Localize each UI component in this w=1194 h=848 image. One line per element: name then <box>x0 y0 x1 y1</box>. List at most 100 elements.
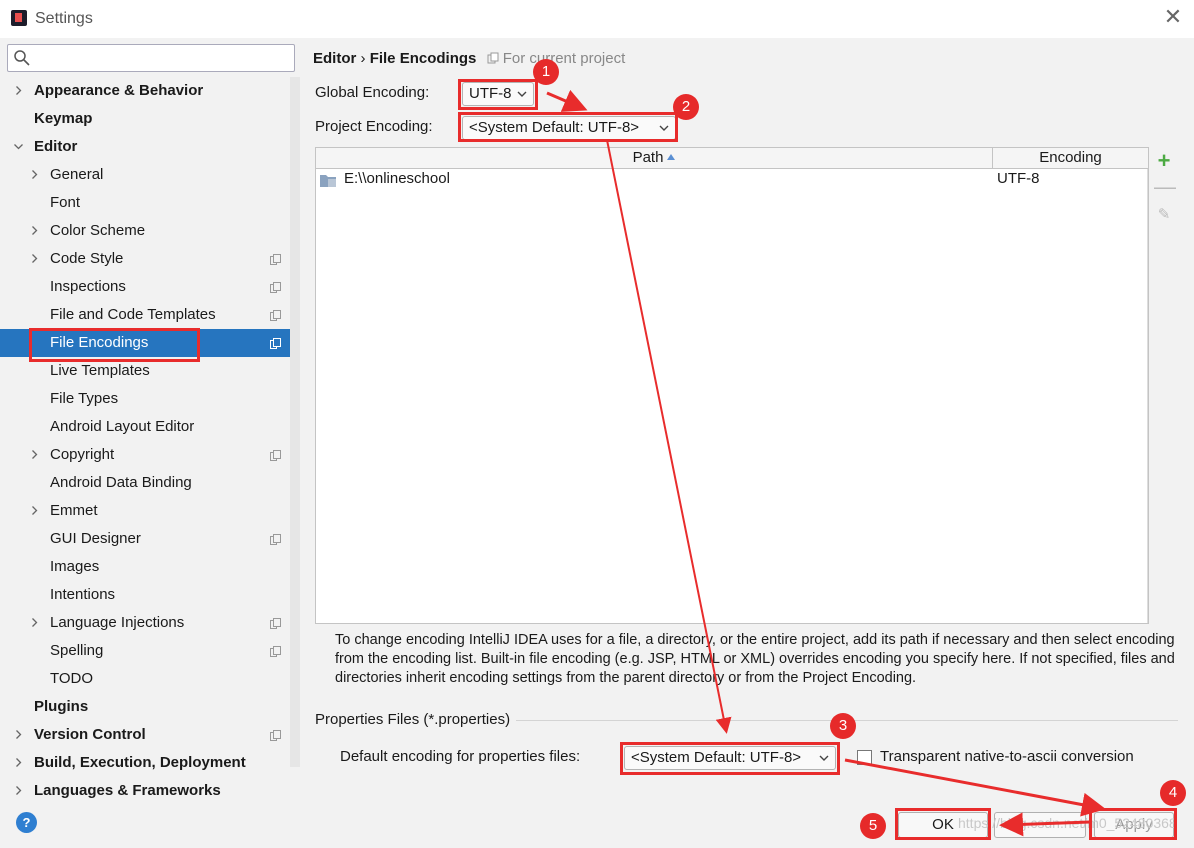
chevron-right-icon[interactable] <box>30 170 39 179</box>
sidebar-item-label: Images <box>50 558 100 575</box>
sidebar-item-label: Android Layout Editor <box>50 418 195 435</box>
sidebar-item-file-types[interactable]: File Types <box>0 385 290 413</box>
sidebar-item-label: General <box>50 166 104 183</box>
sidebar-item-label: Language Injections <box>50 614 185 631</box>
sidebar-item-gui-designer[interactable]: GUI Designer <box>0 525 290 553</box>
native-to-ascii-checkbox[interactable] <box>857 750 872 765</box>
chevron-right-icon[interactable] <box>14 86 23 95</box>
breadcrumb-separator: › <box>360 50 366 67</box>
sidebar-item-keymap[interactable]: Keymap <box>0 105 290 133</box>
sidebar-item-label: Spelling <box>50 642 104 659</box>
breadcrumb-scope: For current project <box>502 50 626 67</box>
sidebar-item-label: Plugins <box>34 698 89 715</box>
chevron-right-icon[interactable] <box>14 730 23 739</box>
breadcrumb-page: File Encodings <box>369 50 477 67</box>
table-row-encoding[interactable]: UTF-8 <box>997 170 1040 187</box>
sidebar-item-images[interactable]: Images <box>0 553 290 581</box>
sidebar-item-color-scheme[interactable]: Color Scheme <box>0 217 290 245</box>
sidebar-item-build-execution-deployment[interactable]: Build, Execution, Deployment <box>0 749 290 777</box>
sidebar-item-label: Code Style <box>50 250 124 267</box>
annotation-badge-4: 4 <box>1160 780 1186 806</box>
project-encoding-label: Project Encoding: <box>315 118 433 135</box>
chevron-right-icon[interactable] <box>30 506 39 515</box>
sidebar-item-todo[interactable]: TODO <box>0 665 290 693</box>
sidebar-item-file-and-code-templates[interactable]: File and Code Templates <box>0 301 290 329</box>
highlight-ok-button <box>895 808 991 840</box>
table-toolbar: + — ✎ <box>1149 147 1179 624</box>
sidebar-item-label: Keymap <box>34 110 93 127</box>
sidebar-item-inspections[interactable]: Inspections <box>0 273 290 301</box>
native-to-ascii-label[interactable]: Transparent native-to-ascii conversion <box>880 748 1134 765</box>
column-header-path[interactable]: Path <box>316 148 993 169</box>
chevron-right-icon[interactable] <box>30 226 39 235</box>
remove-icon[interactable]: — <box>1154 176 1176 198</box>
project-scope-icon <box>270 730 281 741</box>
annotation-badge-2: 2 <box>673 94 699 120</box>
sidebar-item-label: File and Code Templates <box>50 306 216 323</box>
window-title: Settings <box>35 10 93 27</box>
sidebar-item-android-layout-editor[interactable]: Android Layout Editor <box>0 413 290 441</box>
sidebar-item-label: Build, Execution, Deployment <box>34 754 246 771</box>
edit-icon[interactable]: ✎ <box>1154 205 1174 225</box>
sidebar-item-general[interactable]: General <box>0 161 290 189</box>
project-scope-icon <box>487 52 499 64</box>
encoding-description: To change encoding IntelliJ IDEA uses fo… <box>335 632 1175 686</box>
project-scope-icon <box>270 338 281 349</box>
project-scope-icon <box>270 646 281 657</box>
sidebar-item-copyright[interactable]: Copyright <box>0 441 290 469</box>
sidebar-item-emmet[interactable]: Emmet <box>0 497 290 525</box>
sidebar-item-languages-frameworks[interactable]: Languages & Frameworks <box>0 777 290 800</box>
title-bar: Settings ✕ <box>0 0 1194 38</box>
sidebar-item-android-data-binding[interactable]: Android Data Binding <box>0 469 290 497</box>
highlight-properties-encoding <box>620 742 840 775</box>
sidebar-item-code-style[interactable]: Code Style <box>0 245 290 273</box>
help-button[interactable]: ? <box>16 812 37 833</box>
sidebar-item-font[interactable]: Font <box>0 189 290 217</box>
add-icon[interactable]: + <box>1154 150 1174 172</box>
chevron-right-icon[interactable] <box>30 450 39 459</box>
sidebar-item-language-injections[interactable]: Language Injections <box>0 609 290 637</box>
highlight-global-encoding <box>458 79 538 110</box>
annotation-badge-3: 3 <box>830 713 856 739</box>
sidebar-item-spelling[interactable]: Spelling <box>0 637 290 665</box>
tree-scrollbar[interactable] <box>290 77 300 767</box>
sidebar-item-version-control[interactable]: Version Control <box>0 721 290 749</box>
table-divider <box>1147 169 1148 623</box>
sidebar-item-plugins[interactable]: Plugins <box>0 693 290 721</box>
table-row-path[interactable]: E:\\onlineschool <box>344 170 450 187</box>
project-scope-icon <box>270 282 281 293</box>
chevron-right-icon[interactable] <box>14 786 23 795</box>
sidebar-item-label: Appearance & Behavior <box>34 82 204 99</box>
settings-tree: Appearance & Behavior Keymap Editor General… <box>0 77 290 800</box>
properties-encoding-label: Default encoding for properties files: <box>340 748 581 765</box>
sidebar-item-label: Version Control <box>34 726 146 743</box>
sidebar-item-appearance-behavior[interactable]: Appearance & Behavior <box>0 77 290 105</box>
annotation-badge-1: 1 <box>533 59 559 85</box>
search-icon <box>14 50 30 66</box>
close-icon[interactable]: ✕ <box>1162 6 1184 28</box>
encoding-table: Path Encoding E:\\onlineschool UTF-8 <box>315 147 1149 624</box>
sidebar-item-label: Copyright <box>50 446 115 463</box>
sidebar-item-label: File Types <box>50 390 119 407</box>
chevron-right-icon[interactable] <box>14 758 23 767</box>
sidebar-item-label: TODO <box>50 670 94 687</box>
sidebar-item-label: Languages & Frameworks <box>34 782 221 799</box>
settings-search-input[interactable] <box>7 44 295 72</box>
chevron-down-icon[interactable] <box>14 142 23 151</box>
folder-icon <box>320 175 336 187</box>
sidebar-item-label: Color Scheme <box>50 222 146 239</box>
column-header-encoding[interactable]: Encoding <box>993 148 1148 169</box>
global-encoding-label: Global Encoding: <box>315 84 430 101</box>
chevron-right-icon[interactable] <box>30 618 39 627</box>
sort-ascending-icon <box>667 154 676 160</box>
intellij-logo-icon <box>11 10 27 26</box>
sidebar-item-intentions[interactable]: Intentions <box>0 581 290 609</box>
highlight-file-encodings <box>29 328 200 362</box>
sidebar-item-label: Intentions <box>50 586 116 603</box>
annotation-badge-5: 5 <box>860 813 886 839</box>
sidebar-item-editor[interactable]: Editor <box>0 133 290 161</box>
sidebar-item-label: Editor <box>34 138 78 155</box>
column-header-path-label: Path <box>632 149 664 166</box>
project-scope-icon <box>270 534 281 545</box>
chevron-right-icon[interactable] <box>30 254 39 263</box>
